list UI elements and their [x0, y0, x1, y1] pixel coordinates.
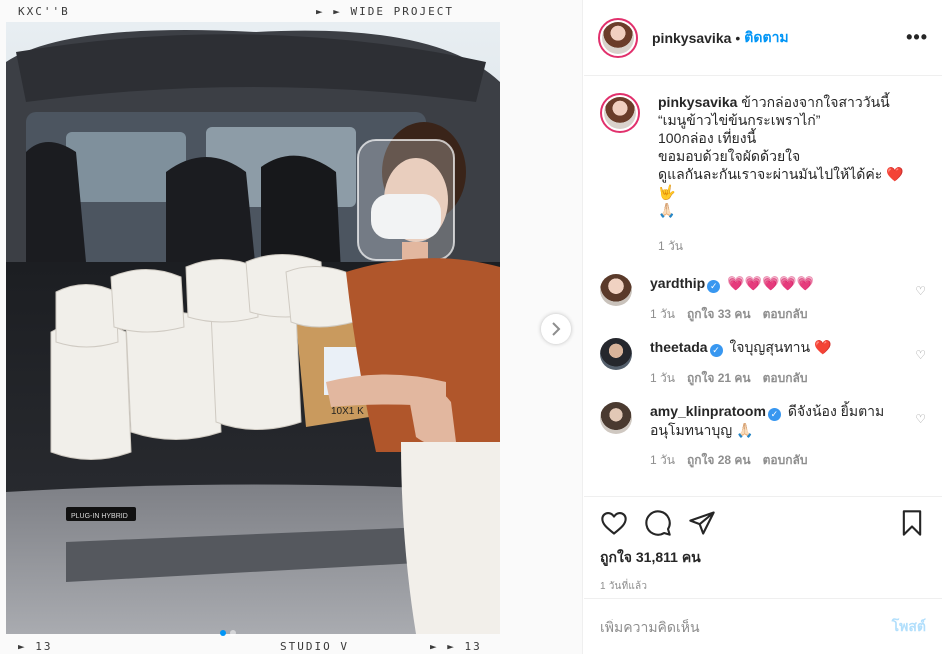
post-header: pinkysavika • ติดตาม •••	[584, 0, 942, 76]
header-separator: •	[735, 29, 741, 46]
post-actions: ถูกใจ 31,811 คน 1 วันที่แล้ว	[584, 496, 942, 596]
comment-meta: 1 วัน ถูกใจ 33 คน ตอบกลับ	[650, 305, 908, 324]
film-label-bottom-left: ► 13	[18, 640, 53, 653]
comment-bubble-icon[interactable]	[644, 509, 672, 537]
comment-avatar[interactable]	[600, 274, 632, 306]
comment-likes[interactable]: ถูกใจ 21 คน	[687, 369, 751, 388]
posted-time[interactable]: 1 วันที่แล้ว	[600, 579, 926, 594]
caption-body: pinkysavika ข้าวกล่องจากใจสาววันนี้ “เมน…	[658, 93, 928, 256]
reply-button[interactable]: ตอบกลับ	[763, 451, 808, 470]
comment-likes[interactable]: ถูกใจ 28 คน	[687, 451, 751, 470]
comment-text: 💗💗💗💗💗	[727, 275, 815, 291]
comment-avatar[interactable]	[600, 338, 632, 370]
post-photo-pane: KXC''B ► ► WIDE PROJECT PLUG-IN HYBRID 1…	[0, 0, 583, 654]
verified-badge-icon: ✓	[767, 408, 781, 421]
comment-body: theetada ✓ ใจบุญสุนทาน ❤️ 1 วัน ถูกใจ 21 …	[650, 338, 928, 388]
carousel-dot-active	[220, 630, 226, 636]
comments-list[interactable]: pinkysavika ข้าวกล่องจากใจสาววันนี้ “เมน…	[584, 77, 942, 495]
post-side-panel: pinkysavika • ติดตาม ••• pinkysavika ข้า…	[584, 0, 942, 654]
film-label-top-right: ► ► WIDE PROJECT	[316, 5, 454, 18]
comment-meta: 1 วัน ถูกใจ 28 คน ตอบกลับ	[650, 451, 908, 470]
reply-button[interactable]: ตอบกลับ	[763, 369, 808, 388]
comment-like-icon[interactable]: ♡	[915, 412, 926, 426]
comment-text-block: amy_klinpratoom ✓ ดีจังน้อง ยิ้มตาม อนุโม…	[650, 402, 908, 439]
comment-time[interactable]: 1 วัน	[650, 369, 675, 388]
caption: pinkysavika ข้าวกล่องจากใจสาววันนี้ “เมน…	[600, 93, 928, 256]
comment-item: amy_klinpratoom ✓ ดีจังน้อง ยิ้มตาม อนุโม…	[600, 402, 928, 470]
comment-time[interactable]: 1 วัน	[650, 305, 675, 324]
verified-badge-icon: ✓	[709, 344, 723, 357]
chevron-right-icon	[552, 322, 561, 336]
comment-meta: 1 วัน ถูกใจ 21 คน ตอบกลับ	[650, 369, 908, 388]
save-bookmark-icon[interactable]	[898, 509, 926, 537]
follow-button[interactable]: ติดตาม	[744, 27, 788, 49]
comment-body: amy_klinpratoom ✓ ดีจังน้อง ยิ้มตาม อนุโม…	[650, 402, 928, 470]
caption-username[interactable]: pinkysavika	[658, 94, 737, 110]
film-label-top-left: KXC''B	[18, 5, 70, 18]
post-comment-button[interactable]: โพสต์	[892, 616, 926, 638]
comment-username[interactable]: theetada	[650, 339, 708, 355]
comment-item: yardthip ✓ 💗💗💗💗💗 1 วัน ถูกใจ 33 คน ตอบกลั…	[600, 274, 928, 324]
box-label-text: 10X1 K	[331, 406, 364, 417]
comment-text: ใจบุญสุนทาน ❤️	[729, 339, 832, 355]
post-photo: PLUG-IN HYBRID 10X1 K	[6, 22, 500, 634]
caption-time[interactable]: 1 วัน	[658, 237, 683, 256]
add-comment-bar: โพสต์	[584, 598, 942, 654]
comment-text-block: theetada ✓ ใจบุญสุนทาน ❤️	[650, 338, 908, 357]
car-trunk-photo: PLUG-IN HYBRID 10X1 K	[6, 22, 500, 634]
caption-meta: 1 วัน	[658, 237, 908, 256]
comment-likes[interactable]: ถูกใจ 33 คน	[687, 305, 751, 324]
car-badge-text: PLUG-IN HYBRID	[71, 513, 128, 520]
comment-like-icon[interactable]: ♡	[915, 284, 926, 298]
comment-username[interactable]: amy_klinpratoom	[650, 403, 766, 419]
like-heart-icon[interactable]	[600, 509, 628, 537]
share-paper-plane-icon[interactable]	[688, 509, 716, 537]
carousel-dots	[220, 630, 236, 636]
comment-body: yardthip ✓ 💗💗💗💗💗 1 วัน ถูกใจ 33 คน ตอบกลั…	[650, 274, 928, 324]
reply-button[interactable]: ตอบกลับ	[763, 305, 808, 324]
header-username[interactable]: pinkysavika	[652, 30, 731, 46]
comment-text-block: yardthip ✓ 💗💗💗💗💗	[650, 274, 908, 293]
comment-avatar[interactable]	[600, 402, 632, 434]
comment-item: theetada ✓ ใจบุญสุนทาน ❤️ 1 วัน ถูกใจ 21 …	[600, 338, 928, 388]
verified-badge-icon: ✓	[707, 280, 721, 293]
caption-avatar[interactable]	[600, 93, 640, 133]
film-label-bottom-right: ► ► 13	[430, 640, 482, 653]
next-photo-button[interactable]	[541, 314, 571, 344]
likes-count[interactable]: ถูกใจ 31,811 คน	[600, 547, 926, 569]
comment-like-icon[interactable]: ♡	[915, 348, 926, 362]
comment-time[interactable]: 1 วัน	[650, 451, 675, 470]
comment-username[interactable]: yardthip	[650, 275, 705, 291]
comment-input[interactable]	[600, 618, 892, 635]
avatar[interactable]	[598, 17, 638, 58]
carousel-dot	[230, 630, 236, 636]
caption-text-block: pinkysavika ข้าวกล่องจากใจสาววันนี้ “เมน…	[658, 93, 908, 219]
film-label-bottom-center: STUDIO V	[280, 640, 349, 653]
action-icons	[600, 509, 926, 537]
more-options-icon[interactable]: •••	[906, 27, 928, 48]
caption-text: ข้าวกล่องจากใจสาววันนี้ “เมนูข้าวไข่ข้นก…	[658, 94, 904, 218]
